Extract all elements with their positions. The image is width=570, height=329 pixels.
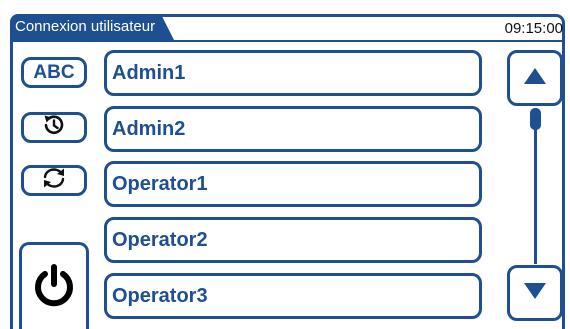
- scrollbar-track[interactable]: [534, 112, 537, 264]
- user-item-operator1[interactable]: Operator1: [104, 161, 482, 207]
- user-login-screen: Connexion utilisateur 09:15:00 ABC Admin…: [0, 0, 570, 329]
- user-item-admin2[interactable]: Admin2: [104, 106, 482, 152]
- scroll-up-button[interactable]: [507, 50, 563, 106]
- refresh-icon: [40, 166, 68, 195]
- power-button[interactable]: [19, 242, 89, 329]
- power-icon: [32, 263, 76, 312]
- triangle-down-icon: [522, 281, 548, 306]
- abc-sort-button[interactable]: ABC: [21, 57, 87, 88]
- clock-time: 09:15:00: [504, 20, 563, 37]
- refresh-button[interactable]: [21, 165, 87, 196]
- user-item-operator2[interactable]: Operator2: [104, 217, 482, 263]
- abc-label: ABC: [33, 61, 75, 83]
- window-title: Connexion utilisateur: [10, 14, 174, 40]
- user-item-operator3[interactable]: Operator3: [104, 273, 482, 319]
- scrollbar-thumb[interactable]: [530, 108, 541, 130]
- scroll-down-button[interactable]: [507, 265, 563, 321]
- history-button[interactable]: [21, 112, 87, 143]
- title-bar-divider: [10, 40, 565, 42]
- history-icon: [41, 113, 67, 142]
- user-item-admin1[interactable]: Admin1: [104, 50, 482, 96]
- triangle-up-icon: [522, 66, 548, 91]
